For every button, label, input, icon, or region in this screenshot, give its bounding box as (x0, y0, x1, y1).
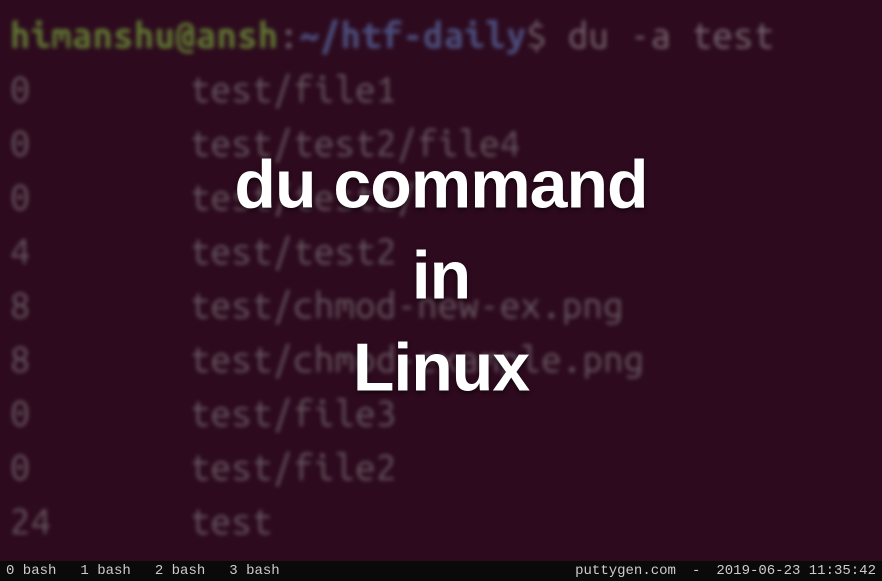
file-path: test/file2 (190, 446, 397, 487)
prompt-dollar: $ (527, 14, 548, 55)
file-path: test/file1 (190, 68, 397, 109)
file-size: 8 (10, 332, 190, 386)
user-host: himanshu@ansh (10, 14, 279, 55)
output-row: 0test/file2 (10, 440, 872, 494)
status-bar: 0 bash 1 bash 2 bash 3 bash puttygen.com - … (0, 561, 882, 581)
status-tabs: 0 bash 1 bash 2 bash 3 bash (6, 563, 280, 579)
status-tab[interactable]: 3 bash (229, 563, 279, 579)
status-site: puttygen.com (575, 563, 676, 579)
file-path: test (190, 500, 273, 541)
status-timestamp: 2019-06-23 11:35:42 (716, 563, 876, 579)
status-right: puttygen.com - 2019-06-23 11:35:42 (575, 563, 876, 579)
file-size: 4 (10, 224, 190, 278)
file-size: 0 (10, 170, 190, 224)
output-row: 24test (10, 494, 872, 548)
title-line-1: du command (234, 139, 647, 231)
command-text: du -a test (568, 14, 775, 55)
status-sep: - (692, 563, 700, 579)
prompt-line: himanshu@ansh:~/htf-daily$ du -a test (10, 8, 872, 62)
file-size: 0 (10, 116, 190, 170)
file-size: 24 (10, 494, 190, 548)
title-line-2: in (234, 231, 647, 323)
file-size: 8 (10, 278, 190, 332)
title-line-3: Linux (234, 323, 647, 415)
file-size: 0 (10, 62, 190, 116)
status-tab[interactable]: 1 bash (80, 563, 130, 579)
current-path: ~/htf-daily (299, 14, 526, 55)
title-overlay: du command in Linux (234, 139, 647, 414)
status-tab[interactable]: 0 bash (6, 563, 56, 579)
prompt-colon: : (279, 14, 300, 55)
output-row: 0test/file1 (10, 62, 872, 116)
file-size: 0 (10, 440, 190, 494)
status-tab[interactable]: 2 bash (155, 563, 205, 579)
file-size: 0 (10, 386, 190, 440)
